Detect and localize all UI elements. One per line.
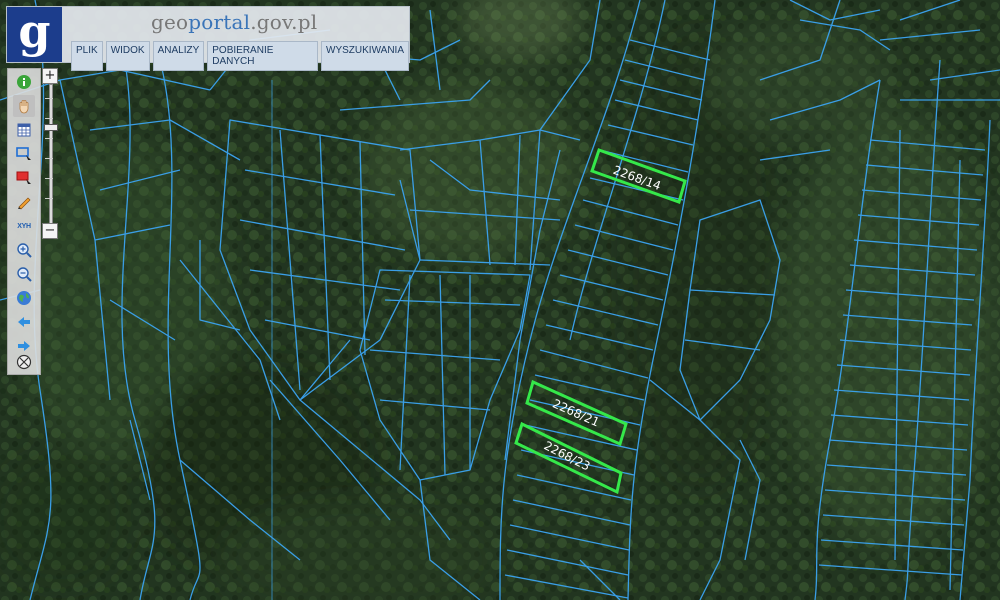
zoom-tick xyxy=(45,198,53,199)
zoom-in-icon[interactable] xyxy=(13,239,35,261)
zoom-tick xyxy=(45,178,53,179)
select-rectangle-icon[interactable] xyxy=(13,143,35,165)
zoom-tick xyxy=(45,118,53,119)
xyz-coordinates-icon[interactable]: XYH xyxy=(13,215,35,237)
full-extent-globe-icon[interactable] xyxy=(13,287,35,309)
draw-pencil-icon[interactable] xyxy=(13,191,35,213)
clear-icon[interactable] xyxy=(13,351,35,373)
map-view[interactable]: 2268/14 2268/21 2268/23 xyxy=(0,0,1000,600)
zoom-out-button[interactable]: − xyxy=(42,223,58,239)
previous-view-arrow-icon[interactable] xyxy=(13,311,35,333)
zoom-out-icon[interactable] xyxy=(13,263,35,285)
menu-plik[interactable]: PLIK xyxy=(71,41,103,71)
map-toolbar: XYH xyxy=(7,68,41,375)
main-menu: PLIK WIDOK ANALIZY POBIERANIE DANYCH WYS… xyxy=(71,41,409,71)
info-icon[interactable] xyxy=(13,71,35,93)
pan-hand-icon[interactable] xyxy=(13,95,35,117)
title-part-geo: geo xyxy=(151,10,189,34)
zoom-tick xyxy=(45,98,53,99)
logo-letter: g xyxy=(18,3,51,58)
app-header: g geoportal.gov.pl PLIK WIDOK ANALIZY PO… xyxy=(6,6,410,71)
geoportal-logo[interactable]: g xyxy=(7,7,62,62)
menu-analizy[interactable]: ANALIZY xyxy=(152,41,205,71)
title-part-portal: portal xyxy=(188,10,251,34)
zoom-slider-handle[interactable] xyxy=(44,124,58,131)
zoom-tick xyxy=(45,158,53,159)
deselect-rectangle-icon[interactable] xyxy=(13,167,35,189)
menu-pobieranie-danych[interactable]: POBIERANIE DANYCH xyxy=(207,41,319,71)
xyh-label: XYH xyxy=(17,222,31,230)
table-icon[interactable] xyxy=(13,119,35,141)
menu-widok[interactable]: WIDOK xyxy=(105,41,150,71)
zoom-slider-track[interactable] xyxy=(49,84,53,226)
zoom-in-button[interactable]: + xyxy=(42,68,58,84)
site-title: geoportal.gov.pl xyxy=(151,10,317,34)
zoom-tick xyxy=(45,138,53,139)
title-part-domain: .gov.pl xyxy=(250,10,318,34)
zoom-control: + − xyxy=(42,68,58,240)
menu-wyszukiwania[interactable]: WYSZUKIWANIA xyxy=(321,41,409,71)
